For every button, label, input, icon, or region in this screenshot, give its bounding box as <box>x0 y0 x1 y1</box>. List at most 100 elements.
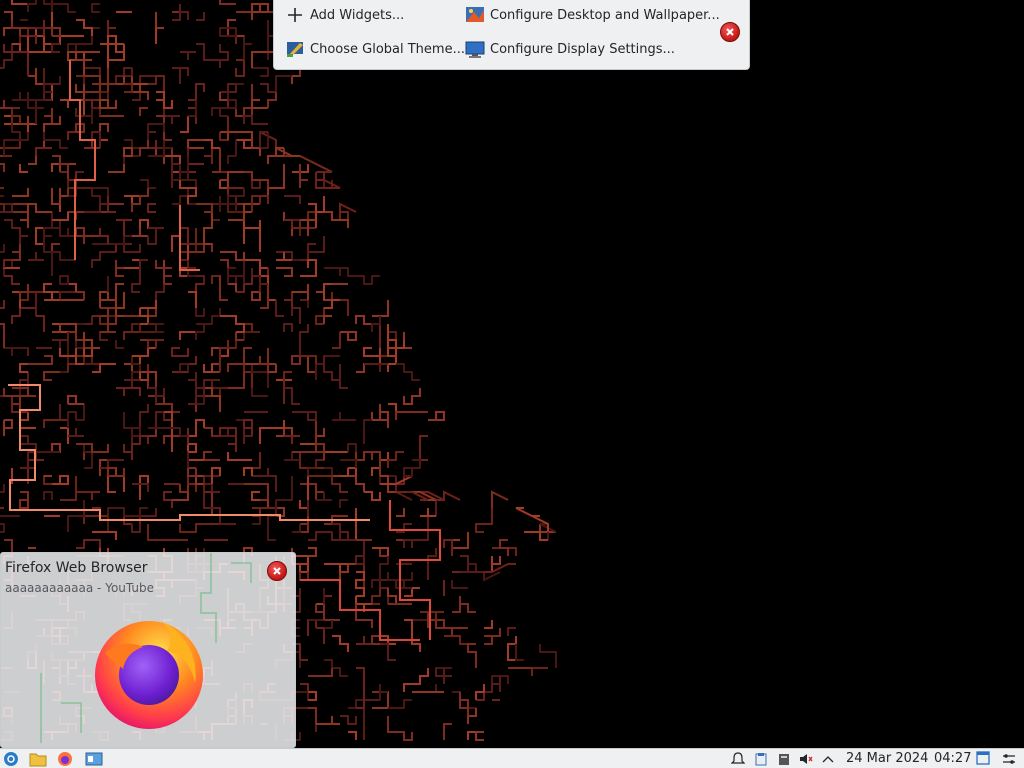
maze-segment <box>195 323 205 340</box>
firefox-task-button[interactable] <box>55 750 75 768</box>
maze-segment <box>203 451 220 461</box>
maze-segment <box>300 483 324 500</box>
theme-icon <box>284 38 306 60</box>
maze-segment <box>267 299 276 308</box>
maze-segment <box>220 131 229 140</box>
maze-segment <box>316 179 333 189</box>
maze-segment <box>164 411 173 452</box>
maze-segment <box>219 116 229 141</box>
maze-segment <box>204 140 213 164</box>
maze-segment <box>220 251 245 261</box>
close-icon <box>273 567 281 575</box>
maze-segment <box>51 243 60 252</box>
configure-desktop-button[interactable]: Configure Desktop and Wallpaper... <box>464 2 720 28</box>
maze-segment <box>27 0 53 12</box>
choose-global-theme-button[interactable]: Choose Global Theme... <box>284 36 465 62</box>
settings-window-icon <box>85 752 103 766</box>
maze-segment <box>299 324 309 340</box>
maze-segment <box>435 619 468 629</box>
maze-segment <box>235 332 244 341</box>
tray-expander-button[interactable] <box>820 750 836 768</box>
maze-segment <box>76 19 93 36</box>
maze-segment <box>252 516 261 525</box>
maze-segment <box>140 371 157 380</box>
maze-segment <box>236 203 260 213</box>
maze-segment <box>507 627 516 636</box>
maze-segment <box>123 507 148 517</box>
maze-segment <box>395 411 428 420</box>
maze-segment <box>172 155 181 165</box>
maze-segment <box>475 508 493 533</box>
maze-segment <box>292 524 301 533</box>
clipboard-tray-button[interactable] <box>753 750 769 768</box>
maze-segment <box>147 339 164 348</box>
maze-segment <box>196 387 205 397</box>
storage-tray-button[interactable] <box>776 750 792 768</box>
maze-segment <box>99 68 109 92</box>
notifications-tray-button[interactable] <box>730 750 746 768</box>
maze-segment <box>348 467 357 476</box>
panel-options-button[interactable] <box>1000 750 1018 768</box>
volume-tray-button[interactable] <box>798 750 814 768</box>
maze-segment <box>4 219 28 244</box>
maze-segment <box>108 164 125 173</box>
maze-segment <box>396 539 405 548</box>
maze-segment <box>131 188 149 212</box>
system-settings-button[interactable] <box>84 750 104 768</box>
clock-time[interactable]: 04:27 <box>934 750 971 768</box>
add-widgets-button[interactable]: Add Widgets... <box>284 2 404 28</box>
clock-date[interactable]: 24 Mar 2024 <box>846 750 928 768</box>
application-launcher-button[interactable] <box>2 750 20 768</box>
maze-segment <box>243 356 253 388</box>
maze-segment <box>179 523 220 533</box>
maze-segment <box>188 291 197 308</box>
maze-segment <box>228 211 252 221</box>
maze-segment <box>163 268 172 285</box>
maze-segment <box>204 427 213 436</box>
maze-segment <box>35 236 45 252</box>
maze-segment <box>179 331 196 340</box>
maze-segment <box>323 588 332 597</box>
maze-segment <box>364 491 381 501</box>
maze-segment <box>315 211 324 228</box>
maze-segment <box>428 684 437 693</box>
maze-segment <box>475 731 484 741</box>
maze-segment <box>3 387 29 397</box>
maze-segment <box>92 235 132 245</box>
maze-segment <box>188 380 197 405</box>
maze-segment <box>187 444 197 468</box>
maze-segment <box>284 195 301 204</box>
maze-segment <box>292 284 309 300</box>
maze-segment <box>28 68 44 85</box>
maze-segment <box>243 428 252 444</box>
maze-segment <box>356 275 380 285</box>
maze-segment <box>116 76 133 85</box>
maze-segment <box>387 643 396 660</box>
maze-segment <box>227 155 236 164</box>
maze-segment <box>187 163 204 172</box>
maze-segment <box>355 539 365 564</box>
maze-segment <box>220 83 237 93</box>
maze-segment <box>387 716 413 741</box>
maze-segment <box>3 43 20 68</box>
maze-segment <box>92 363 116 373</box>
maze-segment <box>171 435 188 444</box>
maze-segment <box>28 27 45 37</box>
maze-segment <box>356 667 365 684</box>
maze-segment <box>131 356 141 380</box>
maze-segment <box>388 339 405 349</box>
maze-segment <box>267 155 284 164</box>
maze-segment <box>211 196 221 221</box>
maze-segment <box>83 539 92 548</box>
tooltip-close-button[interactable] <box>267 561 287 581</box>
maze-segment <box>123 243 141 253</box>
maze-segment <box>379 404 389 428</box>
configure-display-button[interactable]: Configure Display Settings... <box>464 36 675 62</box>
toolbox-close-button[interactable] <box>720 22 740 42</box>
maze-segment <box>243 331 260 340</box>
maze-segment <box>155 12 164 29</box>
maze-segment <box>211 275 220 284</box>
show-desktop-button[interactable] <box>975 750 991 768</box>
maze-segment <box>219 44 229 61</box>
file-manager-button[interactable] <box>28 750 48 768</box>
